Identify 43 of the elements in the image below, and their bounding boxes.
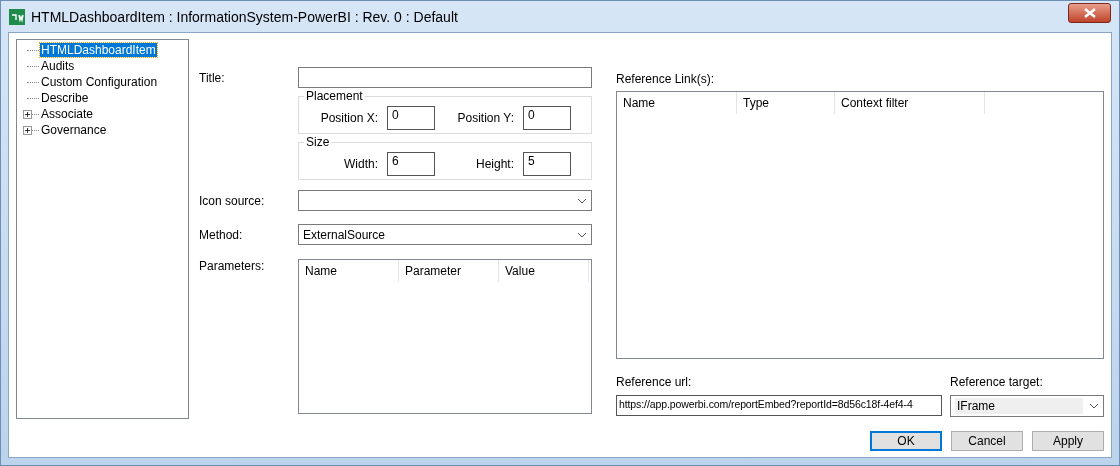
field-label: Reference url: [616,375,693,389]
ok-button[interactable]: OK [870,431,942,451]
column-header[interactable]: Name [299,260,399,282]
close-button[interactable] [1068,2,1111,23]
icon-source-dropdown[interactable] [298,190,592,211]
tree-item[interactable]: Custom Configuration [40,75,159,89]
column-header[interactable]: Name [617,92,737,114]
tree-item[interactable]: Governance [40,123,108,137]
field-label: Position X: [319,111,379,125]
field-label: Method: [199,227,244,242]
field-label: Position Y: [456,111,515,125]
url-field[interactable]: https://app.powerbi.com/reportEmbed?reportId=8d56c18f-4ef4-4 [616,395,942,416]
group-legend: Placement [304,89,365,103]
column-header[interactable]: Value [499,260,589,282]
field-label: Reference Link(s): [616,72,716,86]
field-label: Title: [199,70,226,85]
group-legend: Size [304,135,332,149]
target-dropdown[interactable]: IFrame [950,395,1104,417]
field-label: Parameters: [199,259,266,273]
column-header[interactable]: Context filter [835,92,985,114]
tree-item[interactable]: HTMLDashboardItem [40,43,157,57]
apply-button[interactable]: Apply [1032,431,1104,451]
tree-item[interactable]: Audits [40,59,76,73]
tree-item[interactable]: Describe [40,91,90,105]
number-field[interactable]: 6 [387,152,435,176]
title-field[interactable] [298,67,592,88]
close-icon [1082,7,1097,18]
column-header[interactable]: Parameter [399,260,499,282]
number-field[interactable]: 5 [523,152,571,176]
field-label: Width: [343,157,379,171]
tree-item[interactable]: Associate [40,107,95,121]
method-dropdown[interactable]: ExternalSource [298,224,592,245]
window-title: HTMLDashboardItem : InformationSystem-PowerBI : Rev. 0 : Default [31,8,459,25]
expand-icon[interactable] [23,125,32,135]
number-field[interactable]: 0 [523,106,571,130]
field-label: Reference target: [950,375,1044,389]
field-label: Height: [474,157,515,171]
app-logo-icon [9,8,25,25]
column-header[interactable]: Type [737,92,835,114]
field-label: Icon source: [199,193,266,208]
expand-icon[interactable] [23,109,32,119]
number-field[interactable]: 0 [387,106,435,130]
cancel-button[interactable]: Cancel [951,431,1023,451]
